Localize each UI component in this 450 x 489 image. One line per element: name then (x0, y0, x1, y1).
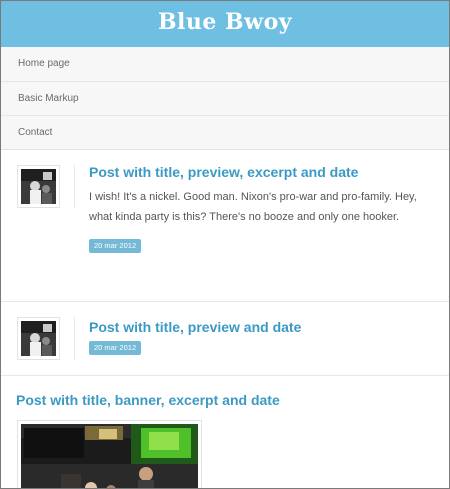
page-frame: Blue Bwoy Home page Basic Markup Contact… (0, 0, 450, 489)
main-nav: Home page Basic Markup Contact (1, 47, 449, 150)
nav-item-contact[interactable]: Contact (1, 115, 449, 149)
post-item: Post with title, banner, excerpt and dat… (1, 376, 449, 488)
post-thumbnail[interactable] (17, 317, 60, 360)
post-content: Post with title, preview and date 20 mar… (89, 318, 433, 355)
post-item: Post with title, preview and date 20 mar… (1, 302, 449, 376)
post-divider (74, 317, 75, 360)
date-badge: 20 mar 2012 (89, 341, 142, 355)
party-photo-thumbnail-icon (21, 321, 56, 356)
party-photo-banner-icon (21, 424, 198, 488)
nav-item-home[interactable]: Home page (1, 47, 449, 81)
post-content: Post with title, preview, excerpt and da… (89, 163, 433, 253)
post-excerpt: I wish! It's a nickel. Good man. Nixon's… (89, 191, 417, 223)
party-photo-thumbnail-icon (21, 169, 56, 204)
post-banner[interactable] (17, 420, 202, 488)
post-title[interactable]: Post with title, banner, excerpt and dat… (16, 391, 280, 409)
nav-item-basic-markup[interactable]: Basic Markup (1, 81, 449, 115)
post-divider (74, 165, 75, 208)
site-header: Blue Bwoy (1, 1, 449, 47)
post-title[interactable]: Post with title, preview and date (89, 318, 433, 336)
post-thumbnail[interactable] (17, 165, 60, 208)
date-badge: 20 mar 2012 (89, 239, 142, 253)
post-title[interactable]: Post with title, preview, excerpt and da… (89, 163, 433, 181)
site-title[interactable]: Blue Bwoy (158, 9, 292, 35)
post-item: Post with title, preview, excerpt and da… (1, 150, 449, 302)
